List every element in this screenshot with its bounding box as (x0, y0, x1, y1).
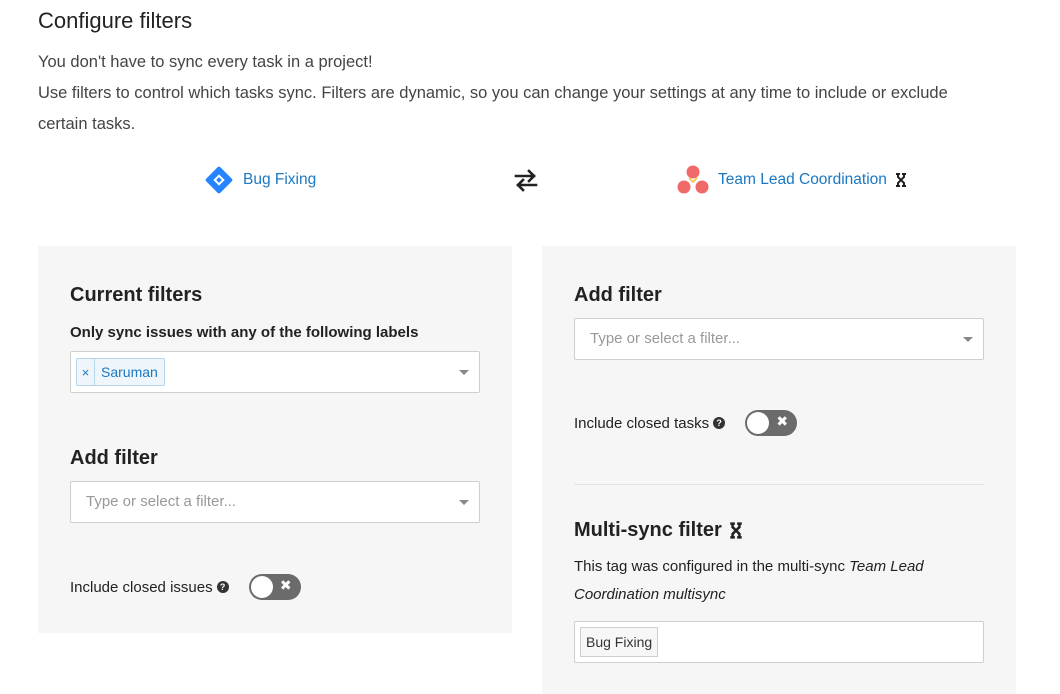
include-closed-tasks-label: Include closed tasks (574, 414, 710, 432)
add-filter-title-right: Add filter (574, 284, 662, 306)
target-project: Team Lead Coordination (676, 160, 908, 200)
add-filter-placeholder-right: Type or select a filter... (590, 330, 741, 347)
add-filter-title: Add filter (70, 447, 158, 469)
chevron-down-icon[interactable] (963, 337, 973, 342)
tag-label: Saruman (101, 364, 158, 380)
intro-text: You don't have to sync every task in a p… (38, 47, 998, 140)
labels-filter-label: Only sync issues with any of the followi… (70, 324, 419, 341)
target-project-link[interactable]: Team Lead Coordination (718, 171, 887, 189)
source-project-link[interactable]: Bug Fixing (243, 171, 316, 189)
include-closed-tasks-row: Include closed tasks ? ✖ (574, 410, 798, 436)
source-filters-panel: Current filters Only sync issues with an… (38, 246, 512, 633)
intro-line-2: Use filters to control which tasks sync.… (38, 84, 948, 133)
chevron-down-icon[interactable] (459, 370, 469, 375)
include-closed-tasks-toggle[interactable]: ✖ (745, 410, 798, 436)
target-filters-panel: Add filter Type or select a filter... In… (542, 246, 1016, 694)
toggle-off-icon: ✖ (279, 577, 292, 593)
asana-icon (677, 165, 709, 194)
sync-arrows-icon (514, 169, 538, 192)
section-divider (574, 484, 984, 485)
project-row: Bug Fixing Team Lead Coordination (0, 160, 1060, 200)
multisync-description: This tag was configured in the multi-syn… (574, 553, 974, 609)
toggle-knob (747, 412, 770, 434)
current-filters-title: Current filters (70, 284, 203, 306)
multisync-desc-prefix: This tag was configured in the multi-syn… (574, 558, 850, 575)
jira-icon (204, 165, 234, 195)
help-icon[interactable]: ? (216, 581, 229, 593)
tag-remove-button[interactable]: × (77, 359, 95, 385)
multisync-icon (895, 173, 906, 187)
add-filter-select-right[interactable]: Type or select a filter... (574, 318, 984, 360)
include-closed-issues-toggle[interactable]: ✖ (248, 574, 301, 600)
add-filter-select[interactable]: Type or select a filter... (70, 481, 480, 523)
page-title: Configure filters (38, 8, 193, 33)
chevron-down-icon[interactable] (459, 500, 469, 505)
selected-tag: × Saruman (76, 358, 165, 386)
toggle-off-icon: ✖ (776, 413, 789, 429)
intro-line-1: You don't have to sync every task in a p… (38, 53, 373, 71)
multisync-filter-title-text: Multi-sync filter (574, 519, 722, 541)
multisync-tag-box: Bug Fixing (574, 621, 984, 663)
labels-select[interactable]: × Saruman (70, 351, 480, 393)
multisync-icon (730, 522, 742, 539)
include-closed-issues-row: Include closed issues ? ✖ (70, 574, 301, 600)
add-filter-placeholder: Type or select a filter... (86, 493, 237, 510)
include-closed-issues-label: Include closed issues (70, 578, 213, 596)
multisync-tag: Bug Fixing (580, 627, 659, 657)
toggle-knob (250, 576, 273, 598)
source-project: Bug Fixing (204, 160, 316, 200)
help-icon[interactable]: ? (713, 417, 726, 429)
multisync-filter-title: Multi-sync filter (574, 519, 744, 542)
